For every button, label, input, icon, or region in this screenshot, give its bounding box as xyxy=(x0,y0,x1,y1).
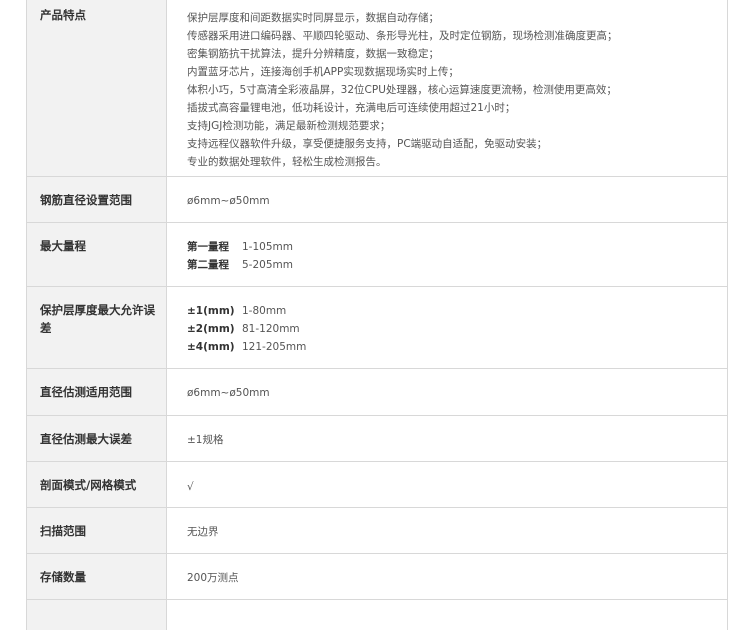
tolerance-key: ±2(mm) xyxy=(187,323,235,335)
tolerance-value: 121-205mm xyxy=(242,341,307,353)
spec-value: 200万测点 xyxy=(167,554,727,599)
spec-label xyxy=(27,600,167,630)
spec-value: ±1规格 xyxy=(167,416,727,461)
spec-value-text: ø6mm~ø50mm xyxy=(187,195,270,207)
spec-row-scan-range: 扫描范围 无边界 xyxy=(27,508,727,554)
spec-label-text: 保护层厚度最大允许误差 xyxy=(40,303,155,335)
spec-value: 第一量程 1-105mm 第二量程 5-205mm xyxy=(167,223,727,286)
spec-label: 直径估测最大误差 xyxy=(27,416,167,461)
spec-row-rebar-diameter: 钢筋直径设置范围 ø6mm~ø50mm xyxy=(27,177,727,223)
spec-row-cover-tolerance: 保护层厚度最大允许误差 ±1(mm) 1-80mm ±2(mm) 81-120m… xyxy=(27,287,727,369)
spec-label: 存储数量 xyxy=(27,554,167,599)
spec-label-text: 钢筋直径设置范围 xyxy=(40,193,132,207)
spec-row-diameter-estimate-range: 直径估测适用范围 ø6mm~ø50mm xyxy=(27,369,727,416)
spec-label-text: 最大量程 xyxy=(40,239,86,253)
feature-line: 插拔式高容量锂电池，低功耗设计，充满电后可连续使用超过21小时； xyxy=(187,102,516,114)
spec-row-profile-grid-mode: 剖面模式/网格模式 √ xyxy=(27,462,727,508)
spec-table: 产品特点 保护层厚度和间距数据实时同屏显示，数据自动存储； 传感器采用进口编码器… xyxy=(26,0,728,630)
range-key: 第二量程 xyxy=(187,259,229,271)
spec-label: 直径估测适用范围 xyxy=(27,369,167,415)
spec-value: √ xyxy=(167,462,727,507)
range-value: 5-205mm xyxy=(242,259,293,271)
tolerance-item: ±2(mm) 81-120mm xyxy=(187,320,727,338)
feature-line: 密集钢筋抗干扰算法，提升分辨精度，数据一致稳定； xyxy=(187,48,439,60)
spec-label: 产品特点 xyxy=(27,0,167,176)
spec-value-text: 200万测点 xyxy=(187,572,239,584)
spec-label-text: 扫描范围 xyxy=(40,524,86,538)
feature-line: 支持远程仪器软件升级，享受便捷服务支持，PC端驱动自适配，免驱动安装； xyxy=(187,138,548,150)
feature-line: 专业的数据处理软件，轻松生成检测报告。 xyxy=(187,156,387,168)
spec-label-text: 直径估测最大误差 xyxy=(40,432,132,446)
spec-label-text: 剖面模式/网格模式 xyxy=(40,478,137,492)
spec-label-text: 直径估测适用范围 xyxy=(40,385,132,399)
tolerance-key: ±1(mm) xyxy=(187,305,235,317)
spec-row-diameter-estimate-error: 直径估测最大误差 ±1规格 xyxy=(27,416,727,462)
spec-value-text: 无边界 xyxy=(187,526,219,538)
spec-value-text: ø6mm~ø50mm xyxy=(187,387,270,399)
check-mark: √ xyxy=(187,481,194,493)
spec-value: ø6mm~ø50mm xyxy=(167,177,727,222)
spec-label: 保护层厚度最大允许误差 xyxy=(27,287,167,368)
spec-value xyxy=(167,600,727,630)
tolerance-value: 81-120mm xyxy=(242,323,300,335)
spec-row-features: 产品特点 保护层厚度和间距数据实时同屏显示，数据自动存储； 传感器采用进口编码器… xyxy=(27,0,727,177)
feature-line: 传感器采用进口编码器、平顺四轮驱动、条形导光柱，及时定位钢筋，现场检测准确度更高… xyxy=(187,30,618,42)
spec-value: 无边界 xyxy=(167,508,727,553)
spec-value-text: ±1规格 xyxy=(187,434,224,446)
range-item: 第二量程 5-205mm xyxy=(187,256,727,274)
spec-value: 保护层厚度和间距数据实时同屏显示，数据自动存储； 传感器采用进口编码器、平顺四轮… xyxy=(167,0,727,176)
range-value: 1-105mm xyxy=(242,241,293,253)
spec-value: ±1(mm) 1-80mm ±2(mm) 81-120mm ±4(mm) 121… xyxy=(167,287,727,368)
spec-label-text: 产品特点 xyxy=(40,8,86,22)
range-item: 第一量程 1-105mm xyxy=(187,238,727,256)
feature-line: 内置蓝牙芯片，连接海创手机APP实现数据现场实时上传； xyxy=(187,66,459,78)
tolerance-item: ±4(mm) 121-205mm xyxy=(187,338,727,356)
tolerance-item: ±1(mm) 1-80mm xyxy=(187,302,727,320)
feature-line: 保护层厚度和间距数据实时同屏显示，数据自动存储； xyxy=(187,12,439,24)
spec-row-max-range: 最大量程 第一量程 1-105mm 第二量程 5-205mm xyxy=(27,223,727,287)
spec-label: 扫描范围 xyxy=(27,508,167,553)
spec-label: 钢筋直径设置范围 xyxy=(27,177,167,222)
spec-value: ø6mm~ø50mm xyxy=(167,369,727,415)
range-key: 第一量程 xyxy=(187,241,229,253)
spec-label-text: 存储数量 xyxy=(40,570,86,584)
spec-label: 最大量程 xyxy=(27,223,167,286)
tolerance-key: ±4(mm) xyxy=(187,341,235,353)
feature-line: 支持JGJ检测功能，满足最新检测规范要求； xyxy=(187,120,391,132)
feature-line: 体积小巧，5寸高清全彩液晶屏，32位CPU处理器，核心运算速度更流畅，检测使用更… xyxy=(187,84,617,96)
spec-row-storage: 存储数量 200万测点 xyxy=(27,554,727,600)
spec-row-next xyxy=(27,600,727,630)
tolerance-value: 1-80mm xyxy=(242,305,287,317)
spec-label: 剖面模式/网格模式 xyxy=(27,462,167,507)
